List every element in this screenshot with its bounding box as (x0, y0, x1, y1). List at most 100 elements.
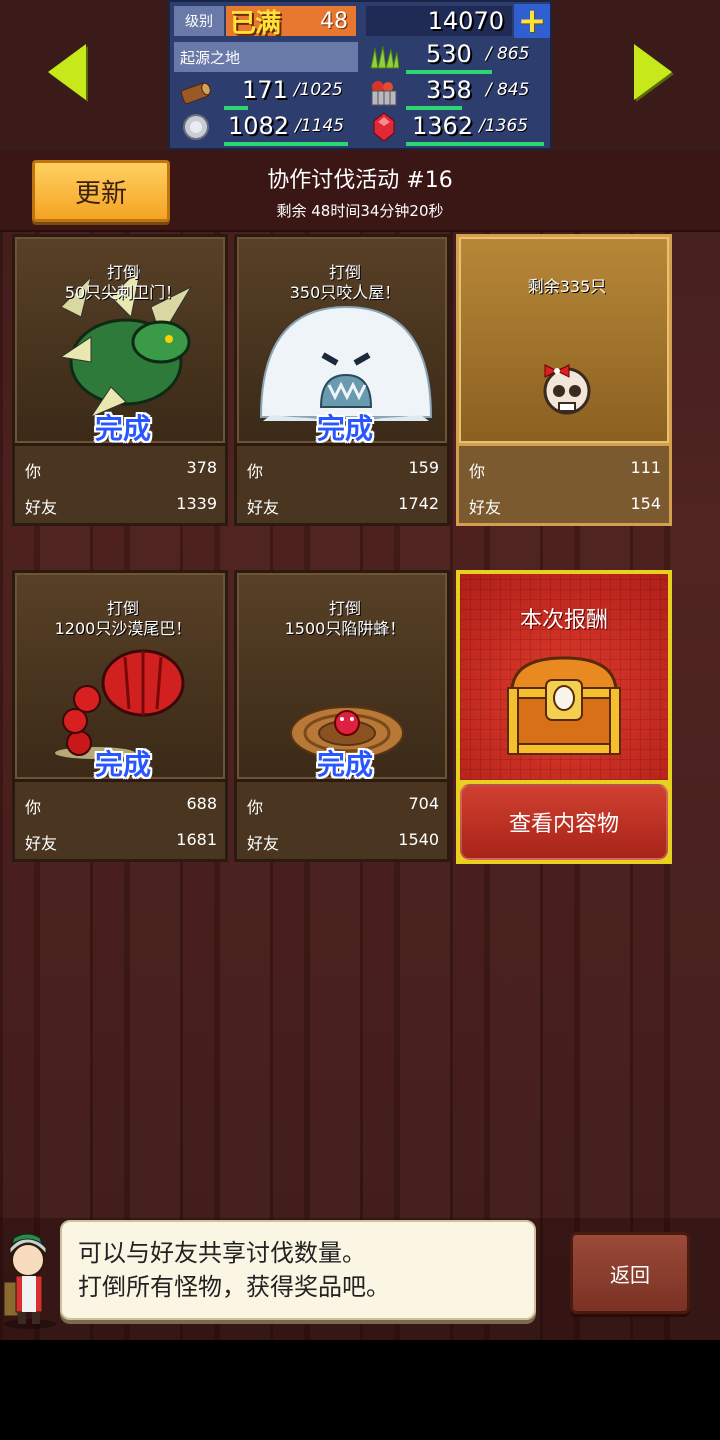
grass-stat: 530 / 865 (406, 38, 546, 70)
friends-count-row: 好友 1742 (247, 494, 439, 518)
view-contents-button[interactable]: 查看内容物 (460, 784, 668, 860)
you-count-row: 你 704 (247, 794, 439, 818)
level-number: 48 (320, 8, 348, 34)
friends-count: 154 (630, 494, 661, 513)
task-line2: 50只尖刺卫门！ (64, 283, 182, 302)
grass-max: / 865 (485, 44, 530, 64)
you-count: 159 (408, 458, 439, 477)
ore-icon (180, 112, 212, 142)
task-line2: 350只咬人屋！ (289, 283, 401, 302)
card-monster-area: 打倒 1500只陷阱蜂！ 完成 (234, 570, 450, 782)
ruby-value: 1362 (412, 112, 474, 140)
friends-count: 1540 (398, 830, 439, 849)
prev-page-arrow-icon[interactable] (48, 44, 86, 100)
wood-log-icon (180, 78, 212, 108)
top-status-bar: 级别 已满 48 14070 + 起源之地 530 / 865 171 /102… (0, 0, 720, 150)
you-label: 你 (247, 798, 264, 817)
you-label: 你 (247, 462, 264, 481)
hunt-card-dragon[interactable]: 打倒 50只尖刺卫门！ 完成 你 378 好友 1339 (12, 234, 228, 526)
dialog-line2: 打倒所有怪物，获得奖品吧。 (78, 1273, 390, 1301)
you-count-row: 你 688 (25, 794, 217, 818)
skull-icon (543, 364, 591, 415)
wood-value: 171 (242, 76, 288, 104)
food-max: / 845 (485, 80, 530, 100)
food-basket-icon (368, 78, 400, 108)
card-counts: 你 378 好友 1339 (12, 446, 228, 526)
you-count: 704 (408, 794, 439, 813)
ruby-max: /1365 (479, 116, 529, 136)
card-task-text: 打倒 1200只沙漠尾巴！ (15, 599, 231, 639)
level-value-box: 已满 48 (226, 6, 356, 39)
food-stat: 358 / 845 (406, 74, 546, 106)
level-max-badge: 已满 (230, 8, 281, 39)
next-page-arrow-icon[interactable] (634, 44, 672, 100)
grass-icon (368, 42, 400, 72)
card-monster-area: 打倒 50只尖刺卫门！ 完成 (12, 234, 228, 446)
friends-label: 好友 (25, 834, 58, 853)
npc-guide-avatar (3, 1233, 56, 1329)
wood-max: /1025 (293, 80, 343, 100)
done-label: 完成 (94, 412, 151, 445)
card-task-text: 打倒 50只尖刺卫门！ (15, 263, 231, 303)
player-stats-panel: 级别 已满 48 14070 + 起源之地 530 / 865 171 /102… (168, 0, 552, 150)
friends-label: 好友 (247, 834, 280, 853)
grass-value: 530 (426, 40, 472, 68)
task-line2: 1200只沙漠尾巴！ (54, 619, 192, 638)
guide-dialog-box: 可以与好友共享讨伐数量。 打倒所有怪物，获得奖品吧。 (60, 1220, 536, 1320)
dialog-line1: 可以与好友共享讨伐数量。 (78, 1239, 366, 1267)
gem-count-value: 14070 (427, 7, 504, 35)
back-button[interactable]: 返回 (570, 1232, 690, 1314)
treasure-chest-icon (507, 656, 621, 755)
card-task-text: 剩余335只 (459, 277, 675, 297)
you-count-row: 你 378 (25, 458, 217, 482)
hunt-card-skull[interactable]: 剩余335只 你 111 好友 154 (456, 234, 672, 526)
you-label: 你 (25, 462, 42, 481)
game-screen: 级别 已满 48 14070 + 起源之地 530 / 865 171 /102… (0, 0, 720, 1340)
task-line1: 打倒 (106, 599, 139, 618)
friends-count: 1742 (398, 494, 439, 513)
gem-count: 14070 (366, 6, 512, 36)
task-line1: 打倒 (328, 263, 361, 282)
card-counts: 你 688 好友 1681 (12, 782, 228, 862)
friends-count-row: 好友 1681 (25, 830, 217, 854)
add-gems-button[interactable]: + (514, 4, 550, 38)
task-line2: 1500只陷阱蜂！ (284, 619, 406, 638)
reward-title: 本次报酬 (519, 608, 608, 633)
friends-label: 好友 (247, 498, 280, 517)
friends-count-row: 好友 1339 (25, 494, 217, 518)
food-value: 358 (426, 76, 472, 104)
card-counts: 你 704 好友 1540 (234, 782, 450, 862)
location-name: 起源之地 (174, 42, 358, 72)
wood-stat: 171 /1025 (224, 74, 360, 106)
friends-count: 1681 (176, 830, 217, 849)
guide-dialog-text: 可以与好友共享讨伐数量。 打倒所有怪物，获得奖品吧。 (78, 1236, 528, 1304)
hunt-card-snow-monster[interactable]: 打倒 350只咬人屋！ 完成 你 159 好友 1742 (234, 234, 450, 526)
reward-panel: 本次报酬 查看内容物 (456, 570, 672, 864)
ore-max: /1145 (295, 116, 345, 136)
card-monster-area: 打倒 1200只沙漠尾巴！ 完成 (12, 570, 228, 782)
ore-stat: 1082 /1145 (224, 110, 360, 142)
task-line1: 剩余335只 (527, 277, 607, 296)
hunt-card-antlion[interactable]: 打倒 1500只陷阱蜂！ 完成 你 704 好友 1540 (234, 570, 450, 862)
card-task-text: 打倒 1500只陷阱蜂！ (237, 599, 453, 639)
done-label: 完成 (94, 748, 151, 781)
ore-progress-bar (224, 142, 348, 146)
done-label: 完成 (316, 412, 373, 445)
event-time-remaining: 剩余 48时间34分钟20秒 (276, 202, 444, 220)
refresh-button[interactable]: 更新 (32, 160, 170, 222)
you-count-row: 你 159 (247, 458, 439, 482)
card-task-text: 打倒 350只咬人屋！ (237, 263, 453, 303)
task-line1: 打倒 (328, 599, 361, 618)
ruby-progress-bar (406, 142, 544, 146)
ruby-icon (368, 112, 400, 142)
friends-label: 好友 (25, 498, 58, 517)
you-label: 你 (25, 798, 42, 817)
event-title: 协作讨伐活动 #16 (267, 168, 453, 193)
friends-count-row: 好友 154 (469, 494, 661, 518)
you-count: 378 (186, 458, 217, 477)
card-monster-area: 剩余335只 (456, 234, 672, 446)
hunt-card-scorpion-tail[interactable]: 打倒 1200只沙漠尾巴！ 完成 你 688 好友 1681 (12, 570, 228, 862)
level-label: 级别 (174, 6, 224, 36)
card-monster-area: 打倒 350只咬人屋！ 完成 (234, 234, 450, 446)
task-line1: 打倒 (106, 263, 139, 282)
